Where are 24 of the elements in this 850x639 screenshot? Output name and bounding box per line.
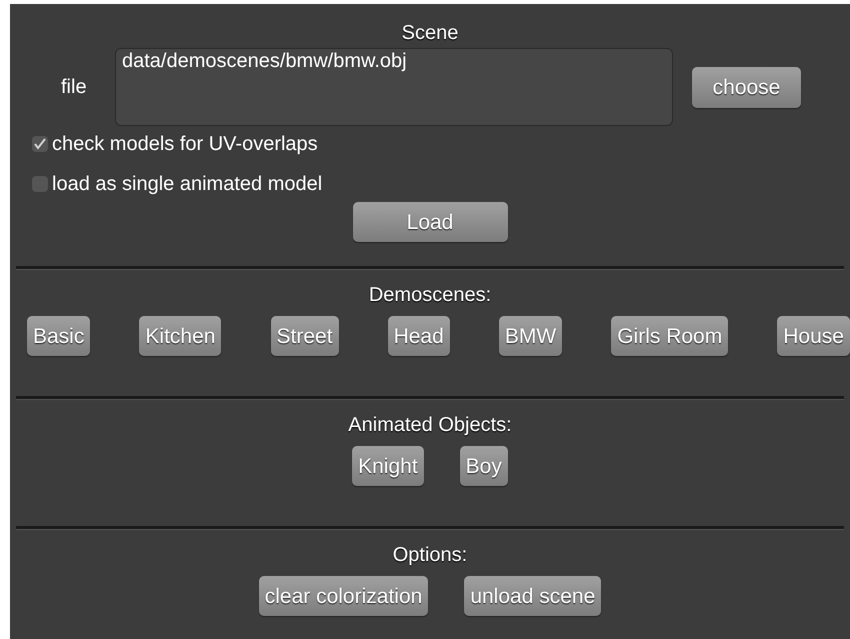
scene-button[interactable]: unload scene bbox=[464, 576, 602, 616]
file-label: file bbox=[61, 75, 88, 100]
scene-button[interactable]: Boy bbox=[460, 446, 508, 486]
section-title: Demoscenes: bbox=[368, 283, 492, 308]
section-title: Animated Objects: bbox=[348, 413, 512, 438]
checkbox-label: check models for UV-overlaps bbox=[52, 132, 318, 157]
scene-button[interactable]: Knight bbox=[352, 446, 424, 486]
section-title: Options: bbox=[392, 543, 468, 568]
load-button[interactable]: Load bbox=[352, 202, 508, 242]
checkbox[interactable] bbox=[32, 136, 48, 152]
check-icon bbox=[33, 137, 47, 151]
scene-button[interactable]: Kitchen bbox=[139, 316, 222, 356]
scene-button[interactable]: BMW bbox=[498, 316, 562, 356]
scene-button[interactable]: clear colorization bbox=[258, 576, 428, 616]
choose-button[interactable]: choose bbox=[692, 66, 801, 108]
scene-button[interactable]: Head bbox=[388, 316, 450, 356]
checkbox[interactable] bbox=[32, 176, 48, 192]
scene-button[interactable]: House bbox=[777, 316, 850, 356]
scene-button[interactable]: Basic bbox=[27, 316, 90, 356]
checkbox-label: load as single animated model bbox=[52, 172, 322, 197]
section-title: Scene bbox=[402, 21, 458, 46]
file-field[interactable]: data/demoscenes/bmw/bmw.obj bbox=[115, 48, 673, 126]
scene-button[interactable]: Girls Room bbox=[611, 316, 728, 356]
scene-button[interactable]: Street bbox=[270, 316, 339, 356]
